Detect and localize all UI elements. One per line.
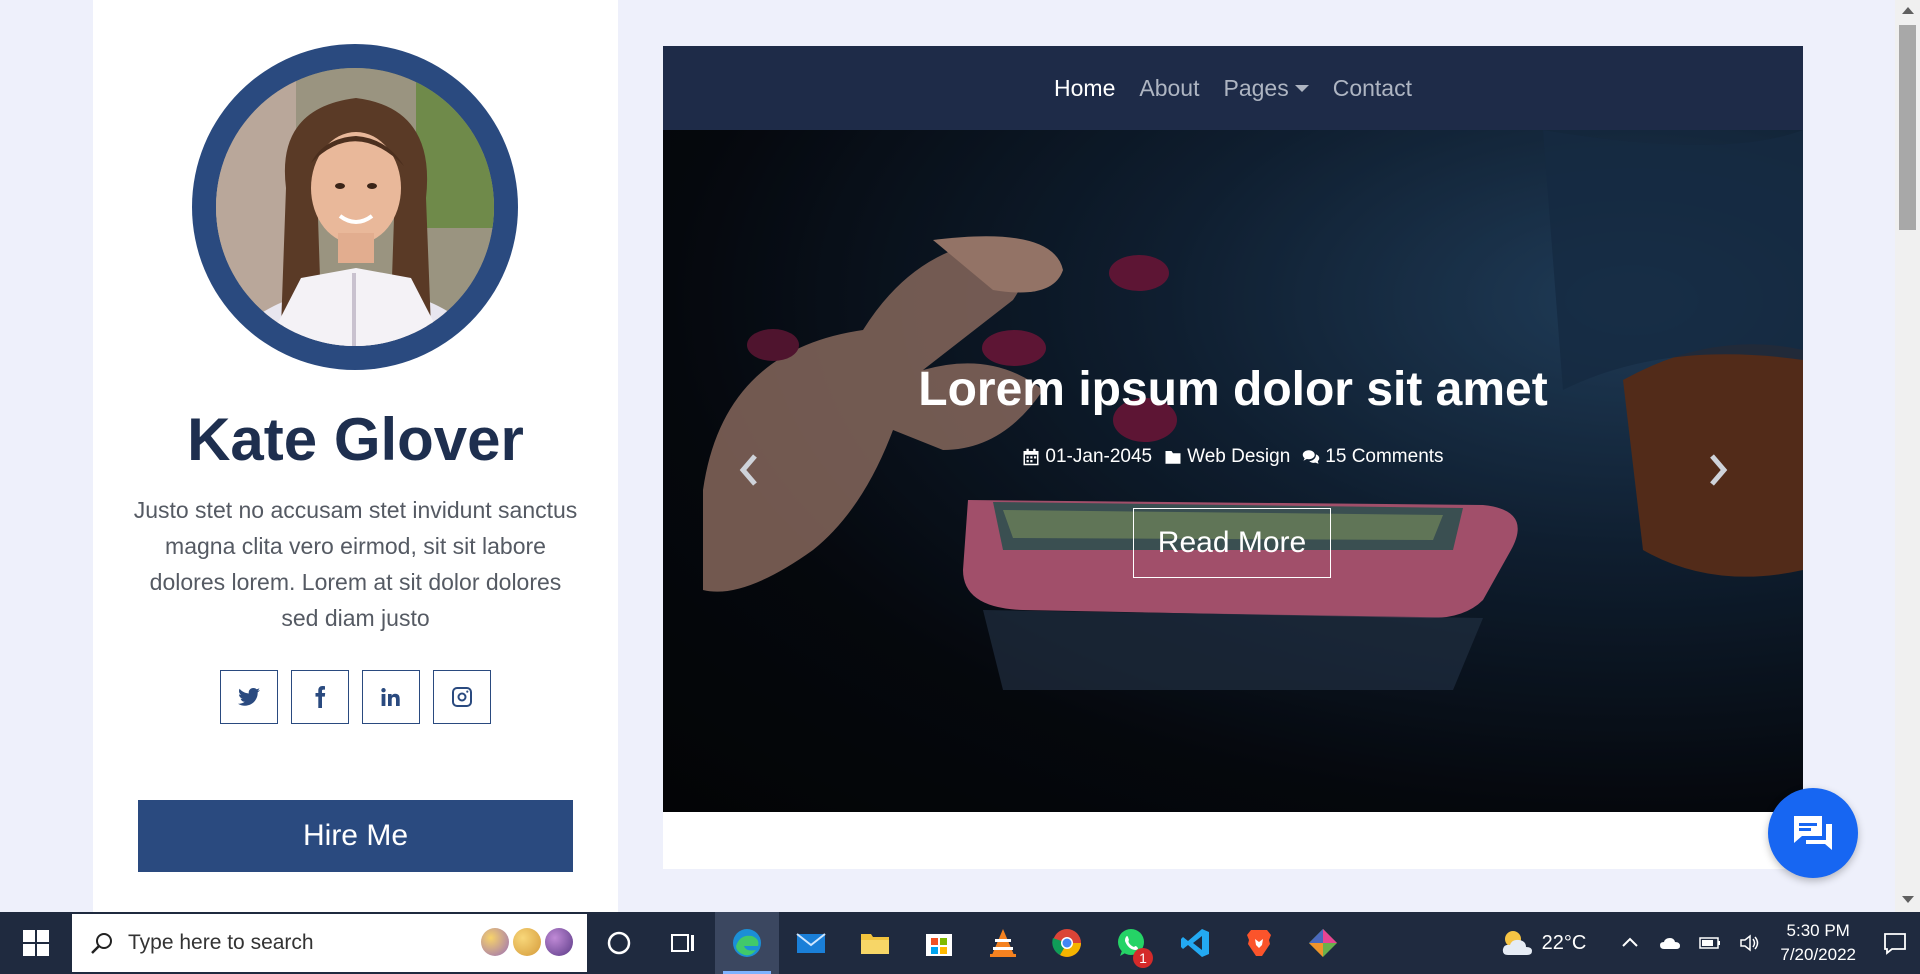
avatar: [216, 68, 494, 346]
carousel-next-button[interactable]: [1698, 450, 1738, 490]
vlc-icon: [990, 929, 1016, 957]
hero-carousel: Lorem ipsum dolor sit amet 01-Jan-2045 W…: [663, 130, 1803, 812]
show-hidden-icons-button[interactable]: [1610, 912, 1650, 974]
volume-button[interactable]: [1730, 912, 1770, 974]
weather-widget[interactable]: 22°C: [1500, 928, 1587, 958]
post-meta: 01-Jan-2045 Web Design 15 Comments: [663, 446, 1803, 468]
facebook-icon: [315, 686, 326, 708]
chevron-left-icon: [739, 454, 757, 486]
chrome-icon: [1052, 929, 1081, 957]
cloud-icon: [1660, 938, 1681, 949]
brave-icon: [1247, 930, 1271, 956]
top-navbar: Home About Pages Contact: [663, 46, 1803, 130]
instagram-icon: [452, 687, 472, 707]
nav-pages-label: Pages: [1223, 74, 1289, 101]
post-comments-text: 15 Comments: [1325, 446, 1444, 467]
cortana-button[interactable]: [587, 912, 651, 974]
system-tray: 22°C 5:30 PM 7/20/2022: [1500, 912, 1920, 974]
store-icon: [926, 934, 952, 956]
start-button[interactable]: [0, 912, 72, 974]
nav-contact[interactable]: Contact: [1333, 75, 1412, 102]
mail-taskbar-button[interactable]: [779, 912, 843, 974]
clock-date: 7/20/2022: [1780, 945, 1856, 964]
search-highlight-image: [481, 928, 573, 956]
windows-taskbar: Type here to search 1 22°C 5:30 PM 7/20/…: [0, 912, 1920, 974]
edge-icon: [733, 929, 761, 957]
carousel-prev-button[interactable]: [729, 450, 769, 490]
twitter-button[interactable]: [220, 670, 278, 724]
page-scrollbar[interactable]: [1895, 0, 1920, 912]
hero-overlay: [663, 130, 1803, 812]
notification-icon: [1884, 933, 1906, 955]
whatsapp-taskbar-button[interactable]: 1: [1099, 912, 1163, 974]
post-category[interactable]: Web Design: [1164, 446, 1290, 468]
comments-icon: [1303, 450, 1320, 464]
search-icon: [91, 933, 112, 954]
cloudy-sun-icon: [1502, 931, 1532, 955]
facebook-button[interactable]: [291, 670, 349, 724]
hire-me-button[interactable]: Hire Me: [138, 800, 573, 872]
hero-title: Lorem ipsum dolor sit amet: [918, 363, 1548, 416]
scroll-down-arrow-icon[interactable]: [1902, 896, 1914, 903]
linkedin-icon: [381, 688, 400, 706]
twitter-icon: [238, 688, 260, 706]
git-gui-icon: [1309, 929, 1337, 957]
scroll-up-arrow-icon[interactable]: [1902, 7, 1914, 14]
taskbar-search[interactable]: Type here to search: [72, 914, 587, 972]
post-category-text: Web Design: [1187, 446, 1291, 467]
nav-pages-dropdown[interactable]: Pages: [1223, 74, 1309, 102]
folder-icon: [1165, 451, 1181, 464]
profile-name: Kate Glover: [187, 406, 524, 473]
file-explorer-taskbar-button[interactable]: [843, 912, 907, 974]
battery-button[interactable]: [1690, 912, 1730, 974]
nav-about[interactable]: About: [1139, 75, 1199, 102]
chat-button[interactable]: [1768, 788, 1858, 878]
profile-bio: Justo stet no accusam stet invidunt sanc…: [133, 497, 578, 631]
chrome-taskbar-button[interactable]: [1035, 912, 1099, 974]
folder-icon: [861, 934, 889, 954]
speaker-icon: [1740, 934, 1759, 952]
vscode-icon: [1181, 929, 1209, 957]
search-placeholder: Type here to search: [128, 931, 314, 954]
task-view-button[interactable]: [651, 912, 715, 974]
post-date: 01-Jan-2045: [1022, 446, 1152, 468]
onedrive-button[interactable]: [1650, 912, 1690, 974]
calendar-icon: [1023, 448, 1039, 466]
temperature-text: 22°C: [1541, 931, 1587, 954]
store-taskbar-button[interactable]: [907, 912, 971, 974]
clock-time: 5:30 PM: [1786, 921, 1850, 940]
chat-icon: [1794, 816, 1832, 850]
brave-taskbar-button[interactable]: [1227, 912, 1291, 974]
post-date-text: 01-Jan-2045: [1045, 446, 1153, 467]
caret-down-icon: [1294, 84, 1309, 92]
main-content: Home About Pages Contact Lorem ipsum dol…: [663, 46, 1803, 869]
profile-sidebar: Kate Glover Justo stet no accusam stet i…: [93, 0, 618, 912]
notification-center-button[interactable]: [1870, 912, 1920, 974]
social-links: [93, 670, 618, 724]
whatsapp-unread-badge: 1: [1133, 948, 1153, 968]
chevron-up-icon: [1622, 937, 1639, 947]
linkedin-button[interactable]: [362, 670, 420, 724]
windows-logo-icon: [23, 930, 49, 956]
avatar-ring: [192, 44, 518, 370]
vscode-taskbar-button[interactable]: [1163, 912, 1227, 974]
read-more-button[interactable]: Read More: [1133, 508, 1331, 578]
post-comments[interactable]: 15 Comments: [1302, 446, 1444, 468]
instagram-button[interactable]: [433, 670, 491, 724]
avatar-photo: [216, 68, 494, 346]
mail-icon: [796, 933, 826, 953]
vlc-taskbar-button[interactable]: [971, 912, 1035, 974]
git-gui-taskbar-button[interactable]: [1291, 912, 1355, 974]
cortana-icon: [607, 931, 631, 955]
nav-home[interactable]: Home: [1054, 75, 1115, 102]
chevron-right-icon: [1710, 454, 1728, 486]
edge-taskbar-button[interactable]: [715, 912, 779, 974]
taskbar-clock[interactable]: 5:30 PM 7/20/2022: [1780, 919, 1856, 967]
scroll-thumb[interactable]: [1899, 25, 1916, 230]
task-view-icon: [671, 934, 694, 952]
battery-icon: [1699, 937, 1721, 949]
